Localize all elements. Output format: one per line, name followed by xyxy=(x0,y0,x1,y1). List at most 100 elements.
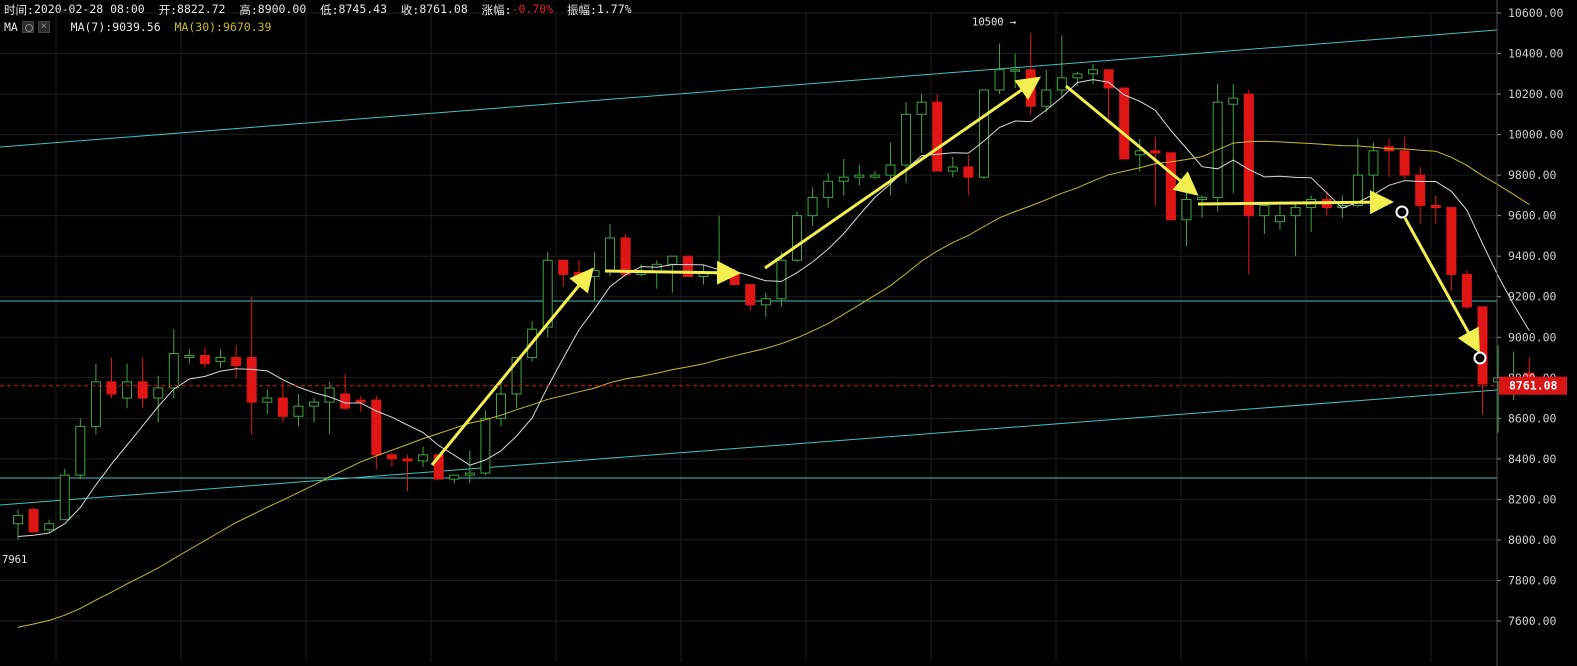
y-tick-label: 10600.00 xyxy=(1508,6,1563,20)
amplitude-value: 1.77% xyxy=(596,2,632,16)
candle-body xyxy=(184,355,195,359)
high-label: 高: xyxy=(239,3,258,17)
ma30-label: MA(30): xyxy=(174,20,223,34)
candle-body xyxy=(823,180,834,198)
candle-body xyxy=(605,237,616,271)
low-price-label: 7961 xyxy=(2,554,27,566)
candle-body xyxy=(963,166,974,178)
time-value: 2020-02-28 08:00 xyxy=(33,2,145,16)
amplitude-label: 振幅: xyxy=(566,3,597,17)
candle-body xyxy=(90,381,101,427)
close-label: 收: xyxy=(400,3,420,17)
candle-body xyxy=(293,405,304,417)
candle-body xyxy=(792,215,802,261)
candle-body xyxy=(1181,198,1192,221)
candle-body xyxy=(932,101,943,172)
candle-body xyxy=(324,387,335,403)
trend-line xyxy=(0,29,1498,148)
candle-body xyxy=(44,523,55,531)
ma7-label: MA(7): xyxy=(70,20,113,34)
candle-body xyxy=(947,166,958,172)
candle-body xyxy=(1399,150,1410,176)
candle-body xyxy=(978,89,989,178)
high-value: 8900.00 xyxy=(257,2,307,16)
candle-body xyxy=(1415,174,1426,207)
candle-body xyxy=(1072,73,1083,79)
settings-icon[interactable] xyxy=(21,21,34,33)
candle-body xyxy=(1150,150,1161,154)
y-tick-label: 8400.00 xyxy=(1508,452,1557,466)
candle-body xyxy=(106,381,117,395)
candle-body xyxy=(994,69,1005,91)
y-tick-label: 7600.00 xyxy=(1508,614,1557,628)
candle-body xyxy=(309,401,320,407)
time-label: 时间: xyxy=(4,3,34,17)
candle-body xyxy=(59,474,70,521)
open-label: 开: xyxy=(158,3,178,17)
trend-arrow xyxy=(1197,190,1394,215)
low-label: 低: xyxy=(320,3,339,17)
ma7-value: 9039.56 xyxy=(112,20,161,34)
turn-point-marker xyxy=(1395,205,1409,219)
close-value: 8761.08 xyxy=(419,2,468,16)
candle-body xyxy=(1056,77,1067,91)
candle-body xyxy=(667,255,678,265)
candle-body xyxy=(480,417,491,474)
change-label: 涨幅: xyxy=(481,3,512,17)
candle-body xyxy=(916,101,927,115)
annotation-arrows xyxy=(430,76,1487,466)
candle-body xyxy=(464,472,475,476)
candle-body xyxy=(1197,196,1208,200)
candle-body xyxy=(402,458,413,462)
candle-body xyxy=(153,387,164,399)
candlestick-chart[interactable]: 10600.00 10400.00 10200.00 10000.00 9800.00 9… xyxy=(0,0,1577,666)
candle-body xyxy=(901,113,912,166)
candle-body xyxy=(137,381,148,399)
candle-body xyxy=(745,284,756,306)
y-tick-label: 7800.00 xyxy=(1508,573,1557,587)
candle-body xyxy=(542,259,553,328)
candle-body xyxy=(807,196,818,217)
candle-body xyxy=(558,259,569,275)
candle-body xyxy=(371,399,382,456)
candle-body xyxy=(1088,69,1099,75)
y-tick-label: 9000.00 xyxy=(1508,330,1557,344)
candle-body xyxy=(573,271,584,277)
high-price-label: 10500 → xyxy=(972,16,1016,28)
y-tick-label: 10400.00 xyxy=(1508,47,1563,61)
candle-body xyxy=(340,393,351,409)
candle-body xyxy=(418,454,429,462)
candle-body xyxy=(28,509,39,533)
y-tick-label: 8200.00 xyxy=(1508,492,1557,506)
candle-body xyxy=(1119,87,1130,160)
close-icon[interactable]: × xyxy=(37,20,50,33)
candle-body xyxy=(386,454,397,460)
y-tick-label: 8000.00 xyxy=(1508,533,1557,547)
price-axis: 10600.00 10400.00 10200.00 10000.00 9800.00 9… xyxy=(1496,0,1563,666)
turn-point-marker xyxy=(1473,351,1487,365)
trend-lines xyxy=(0,29,1498,506)
y-tick-label: 9600.00 xyxy=(1508,209,1557,223)
candle-body xyxy=(1243,93,1254,217)
candle-body xyxy=(199,355,210,365)
candle-body xyxy=(869,174,880,178)
candle-body xyxy=(1461,273,1472,308)
y-tick-label: 9200.00 xyxy=(1508,290,1557,304)
candle-body xyxy=(1165,152,1176,221)
candle-body xyxy=(1259,205,1270,217)
candle-body xyxy=(75,425,86,476)
candle-body xyxy=(854,174,865,178)
candle-body xyxy=(589,269,600,277)
candle-body xyxy=(122,381,133,399)
candle-body xyxy=(1477,306,1488,385)
open-value: 8822.72 xyxy=(177,2,226,16)
candle-body xyxy=(168,352,179,389)
candle-body xyxy=(449,474,460,480)
y-tick-label: 9800.00 xyxy=(1508,168,1557,182)
candle-body xyxy=(246,357,257,403)
candle-body xyxy=(1010,69,1021,72)
ma30-value: 9670.39 xyxy=(222,20,272,34)
candle-body xyxy=(1290,207,1301,217)
candle-body xyxy=(1228,97,1239,105)
candle-body xyxy=(1446,207,1457,275)
